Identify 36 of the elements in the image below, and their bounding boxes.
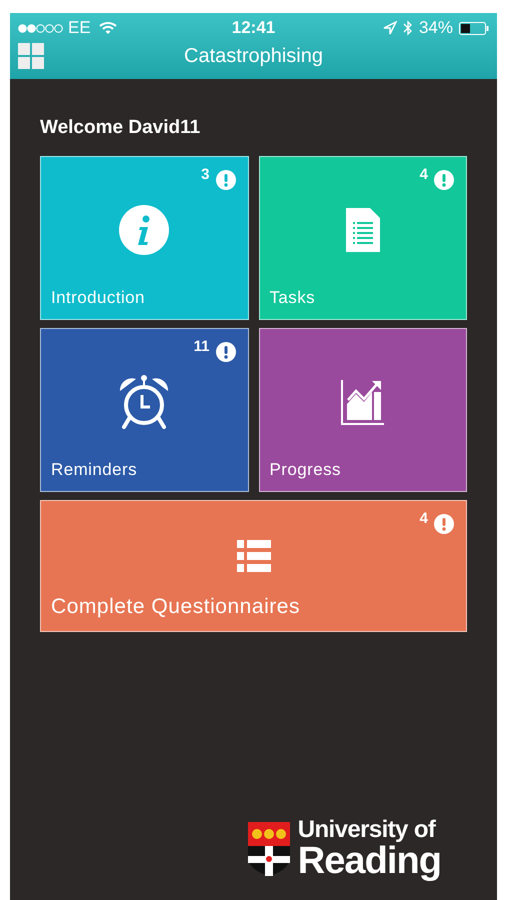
screen-title: Catastrophising: [184, 44, 323, 69]
logo-text: University of: [298, 818, 437, 842]
tile-label: Complete Questionnaires: [50, 594, 302, 620]
wifi-icon: [98, 21, 117, 35]
document-icon: [344, 206, 382, 254]
tile-label: Introduction: [50, 287, 146, 309]
notification-count: 11: [194, 338, 210, 354]
bluetooth-icon: [402, 20, 413, 36]
welcome-text: Welcome David11: [40, 116, 202, 140]
alert-icon: [434, 514, 454, 534]
tile-label: Reminders: [50, 459, 138, 481]
alert-icon: [216, 342, 236, 362]
grid-menu-icon[interactable]: [18, 43, 44, 69]
list-icon: [236, 540, 270, 572]
notification-count: 4: [420, 510, 428, 526]
alert-icon: [434, 170, 454, 190]
signal-dots-icon: [18, 24, 64, 32]
menu-tile[interactable]: 4 Complete Questionnaires: [40, 500, 467, 632]
menu-tile[interactable]: 3 Introduction: [40, 156, 248, 320]
menu-tile[interactable]: 11 Reminders: [40, 328, 248, 492]
carrier-name: EE: [68, 17, 91, 40]
battery-percent: 34%: [418, 17, 453, 40]
notification-count: 3: [201, 166, 210, 182]
alert-icon: [216, 170, 236, 190]
battery-icon: [459, 22, 489, 34]
menu-tile[interactable]: 4 Tasks: [258, 156, 467, 320]
location-arrow-icon: [382, 21, 397, 35]
tile-label: Tasks: [268, 287, 316, 309]
info-icon: [118, 204, 170, 256]
notification-count: 4: [420, 166, 428, 182]
menu-tile[interactable]: Progress: [258, 328, 467, 492]
bar-chart-icon: [340, 378, 386, 426]
tile-label: Progress: [268, 459, 342, 481]
university-crest-icon: [248, 822, 290, 876]
logo-text: Reading: [298, 842, 441, 880]
clock-time: 12:41: [232, 17, 276, 40]
